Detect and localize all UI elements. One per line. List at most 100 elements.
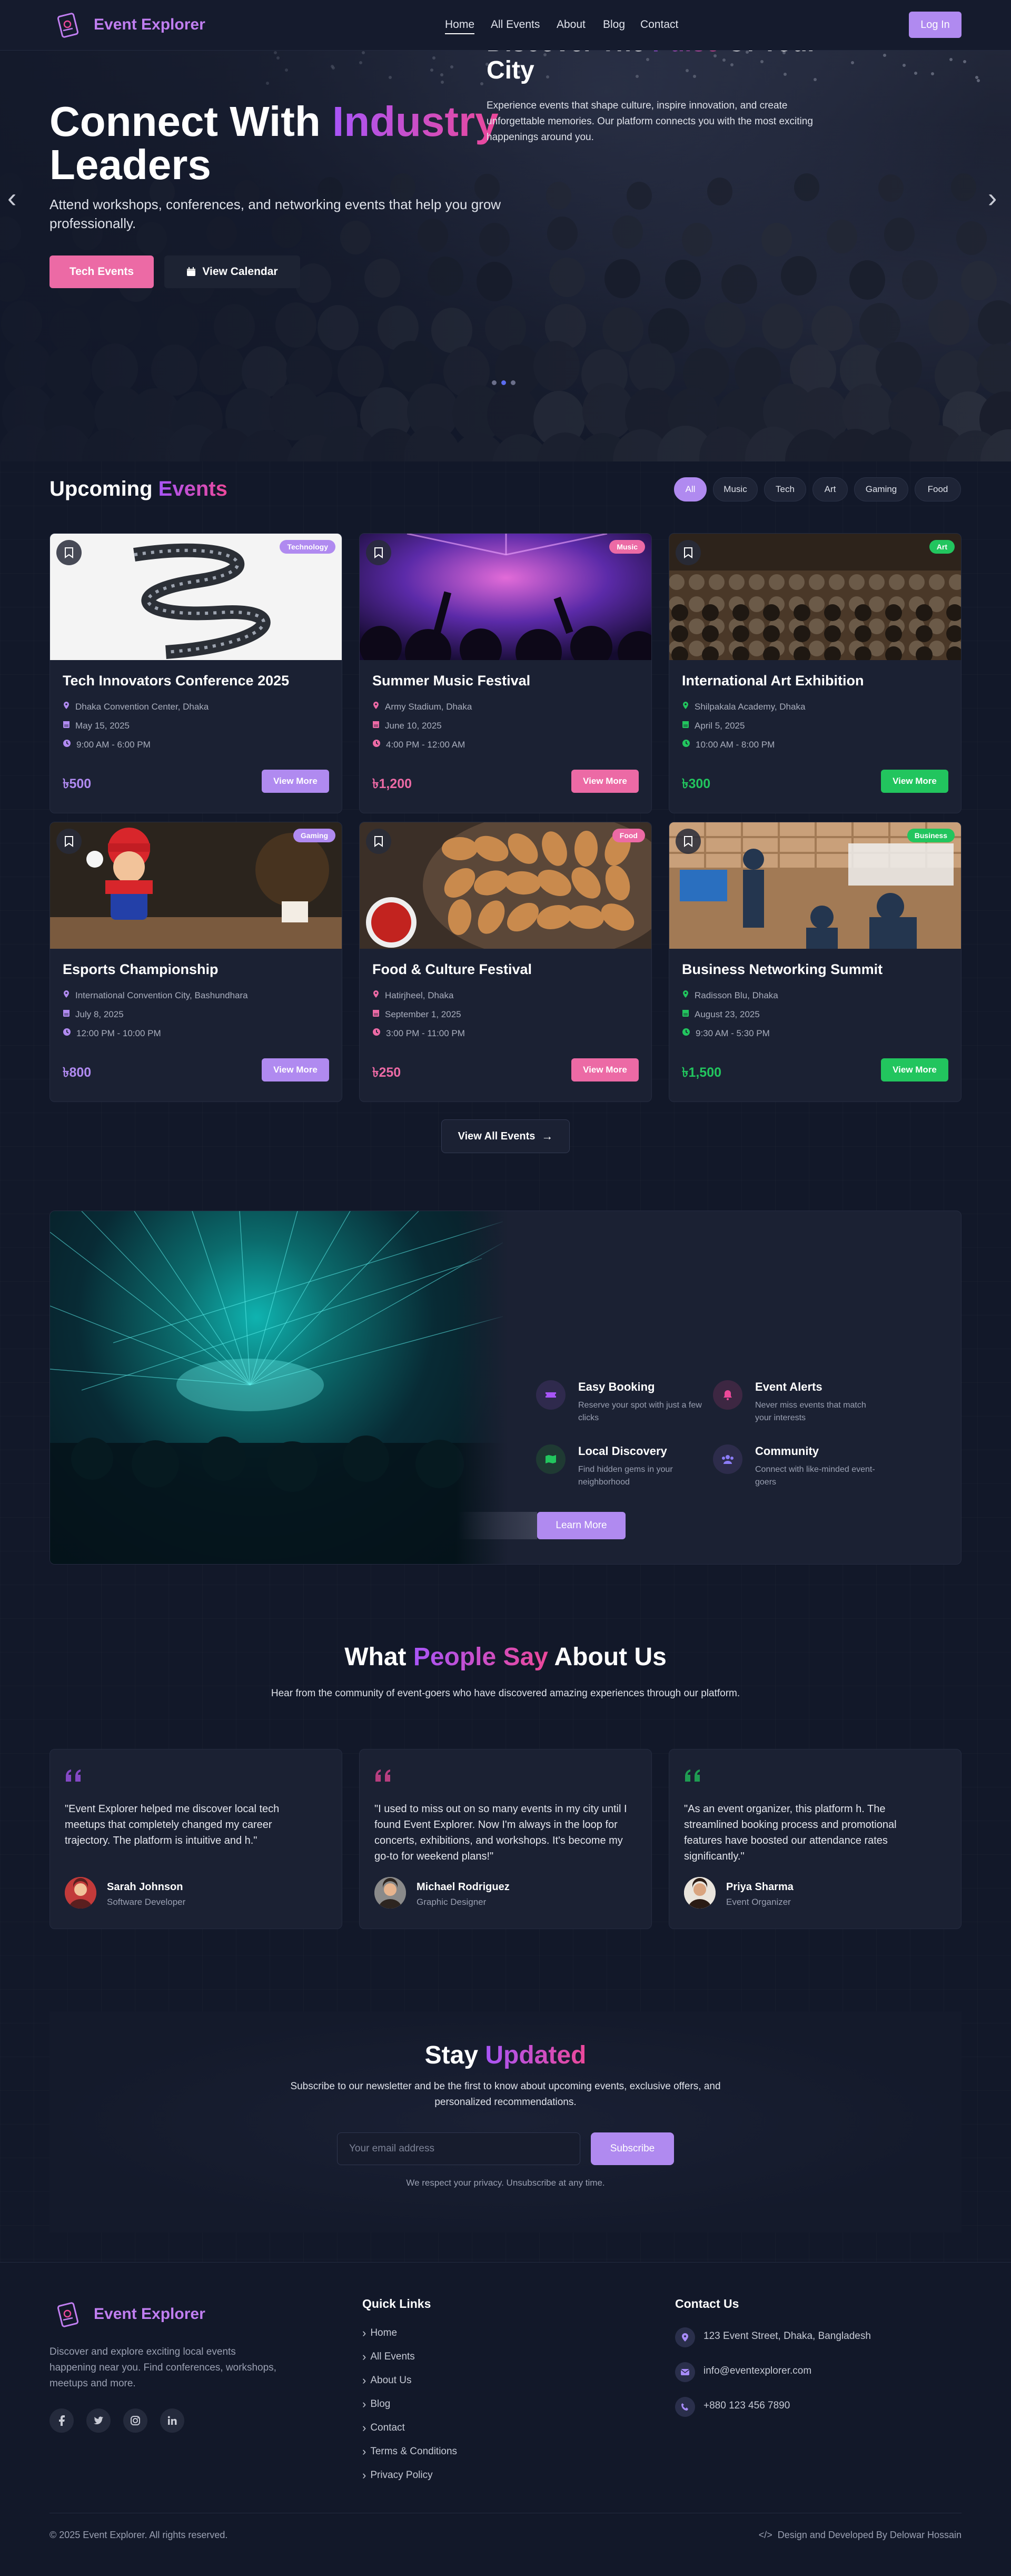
event-title[interactable]: Tech Innovators Conference 2025	[63, 673, 289, 689]
view-more-button[interactable]: View More	[881, 770, 948, 793]
carousel-prev-icon[interactable]: ‹	[7, 184, 16, 212]
email-icon	[675, 2362, 695, 2382]
footer-link-privacy-policy[interactable]: › Privacy Policy	[362, 2469, 433, 2482]
nav-link-blog[interactable]: Blog	[603, 18, 625, 31]
brand-name[interactable]: Event Explorer	[94, 16, 205, 34]
event-card[interactable]: Art International Art Exhibition Shilpakal…	[669, 533, 962, 813]
footer-link-about-us[interactable]: › About Us	[362, 2374, 411, 2387]
event-location-text: Army Stadium, Dhaka	[385, 701, 472, 712]
filter-gaming[interactable]: Gaming	[854, 477, 908, 502]
carousel-dot[interactable]	[492, 380, 497, 385]
facebook-icon[interactable]	[49, 2408, 74, 2433]
event-price: ৳500	[63, 776, 92, 791]
clock-icon	[63, 1028, 71, 1039]
carousel-dot[interactable]	[511, 380, 516, 385]
nav-link-about[interactable]: About	[557, 18, 586, 31]
event-date: April 5, 2025	[682, 720, 745, 731]
learn-more-button[interactable]: Learn More	[537, 1512, 626, 1539]
event-title[interactable]: Business Networking Summit	[682, 961, 883, 978]
newsletter-email-input[interactable]	[337, 2132, 580, 2165]
event-price: ৳1,200	[372, 776, 412, 791]
linkedin-icon[interactable]	[160, 2408, 184, 2433]
view-more-button[interactable]: View More	[262, 770, 329, 793]
event-time-text: 4:00 PM - 12:00 AM	[386, 739, 465, 750]
event-card[interactable]: Business Business Networking Summit Radiss…	[669, 822, 962, 1102]
twitter-icon[interactable]	[86, 2408, 111, 2433]
newsletter-subtitle: Subscribe to our newsletter and be the f…	[290, 2081, 721, 2108]
event-title[interactable]: International Art Exhibition	[682, 673, 864, 689]
event-time-text: 3:00 PM - 11:00 PM	[386, 1028, 465, 1038]
login-button[interactable]: Log In	[909, 12, 962, 38]
bookmark-icon[interactable]	[56, 829, 82, 854]
event-time-text: 10:00 AM - 8:00 PM	[696, 739, 775, 750]
event-card[interactable]: Food Food & Culture Festival Hatirjheel, D…	[359, 822, 652, 1102]
event-card[interactable]: Technology Tech Innovators Conference 202…	[49, 533, 342, 813]
bookmark-icon[interactable]	[56, 540, 82, 565]
contact-phone[interactable]: +880 123 456 7890	[703, 2400, 790, 2412]
view-all-events-button[interactable]: View All Events →	[441, 1119, 570, 1153]
footer-link-terms-conditions[interactable]: › Terms & Conditions	[362, 2445, 457, 2459]
location-pin-icon	[63, 701, 70, 712]
code-icon: </>	[758, 2530, 772, 2540]
nav-link-home[interactable]: Home	[445, 18, 475, 34]
event-price: ৳800	[63, 1065, 92, 1080]
tech-events-button[interactable]: Tech Events	[49, 255, 154, 288]
filter-all[interactable]: All	[674, 477, 707, 502]
event-date-text: April 5, 2025	[695, 720, 745, 731]
view-more-button[interactable]: View More	[262, 1058, 329, 1081]
instagram-icon[interactable]	[123, 2408, 147, 2433]
event-image	[669, 534, 961, 660]
clock-icon	[682, 739, 690, 750]
concert-laser-image	[50, 1211, 508, 1564]
location-icon	[675, 2327, 695, 2347]
event-title[interactable]: Esports Championship	[63, 961, 219, 978]
event-location-text: Radisson Blu, Dhaka	[695, 990, 778, 1000]
nav-link-contact[interactable]: Contact	[640, 18, 678, 31]
discover-description: Experience events that shape culture, in…	[487, 100, 813, 143]
carousel-dot[interactable]	[501, 380, 506, 385]
footer-link-home[interactable]: › Home	[362, 2326, 397, 2340]
clock-icon	[372, 1028, 381, 1039]
footer-link-blog[interactable]: › Blog	[362, 2397, 390, 2411]
bookmark-icon[interactable]	[366, 540, 391, 565]
event-title[interactable]: Food & Culture Festival	[372, 961, 532, 978]
view-more-button[interactable]: View More	[571, 1058, 639, 1081]
view-more-button[interactable]: View More	[881, 1058, 948, 1081]
category-badge: Gaming	[293, 829, 335, 842]
event-location-text: Shilpakala Academy, Dhaka	[695, 701, 806, 712]
event-time: 9:30 AM - 5:30 PM	[682, 1028, 770, 1039]
footer-link-all-events[interactable]: › All Events	[362, 2350, 415, 2364]
filter-food[interactable]: Food	[915, 477, 961, 502]
top-navbar: Event Explorer Home All Events About Blo…	[0, 0, 1011, 51]
event-card[interactable]: Gaming Esports Championship International …	[49, 822, 342, 1102]
footer-link-contact[interactable]: › Contact	[362, 2421, 405, 2435]
subscribe-button[interactable]: Subscribe	[591, 2132, 674, 2165]
nav-link-all-events[interactable]: All Events	[491, 18, 540, 31]
footer-brand[interactable]: Event Explorer	[94, 2305, 205, 2323]
location-pin-icon	[682, 701, 689, 712]
copyright-text: © 2025 Event Explorer. All rights reserv…	[49, 2530, 228, 2540]
filter-tech[interactable]: Tech	[764, 477, 806, 502]
filter-music[interactable]: Music	[713, 477, 758, 502]
view-more-button[interactable]: View More	[571, 770, 639, 793]
bookmark-icon[interactable]	[676, 829, 701, 854]
event-date-text: May 15, 2025	[75, 720, 130, 731]
event-time-text: 9:00 AM - 6:00 PM	[76, 739, 151, 750]
view-calendar-button[interactable]: View Calendar	[164, 255, 300, 288]
testimonial-role: Graphic Designer	[417, 1897, 487, 1907]
avatar	[374, 1877, 406, 1909]
filter-art[interactable]: Art	[812, 477, 848, 502]
event-title[interactable]: Summer Music Festival	[372, 673, 530, 689]
ticket-logo-icon[interactable]	[55, 12, 82, 39]
contact-email[interactable]: info@eventexplorer.com	[703, 2365, 811, 2377]
category-badge: Business	[907, 829, 955, 842]
event-date-text: August 23, 2025	[695, 1009, 760, 1019]
event-time-text: 12:00 PM - 10:00 PM	[76, 1028, 161, 1038]
testimonial-name: Priya Sharma	[726, 1881, 794, 1893]
event-card[interactable]: Music Summer Music Festival Army Stadium, …	[359, 533, 652, 813]
bookmark-icon[interactable]	[676, 540, 701, 565]
event-location: Hatirjheel, Dhaka	[372, 990, 453, 1001]
bookmark-icon[interactable]	[366, 829, 391, 854]
carousel-next-icon[interactable]: ›	[988, 184, 997, 212]
footer-link-label: About Us	[370, 2375, 412, 2386]
